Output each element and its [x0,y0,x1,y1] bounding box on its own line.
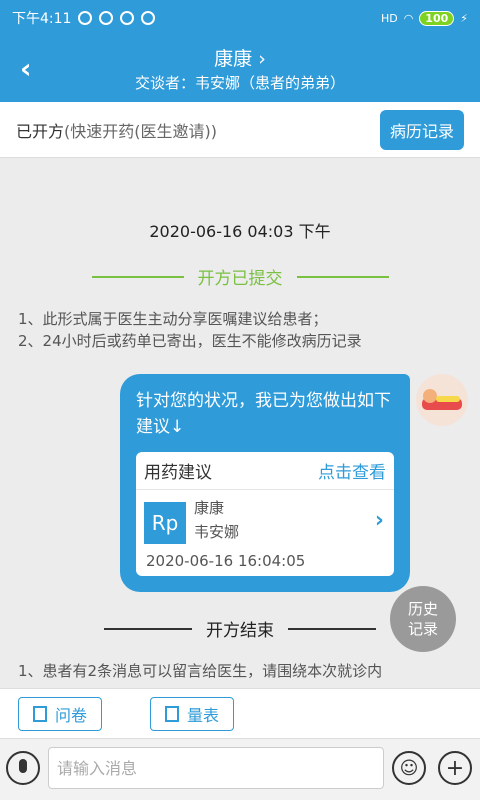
quick-tools-bar: 问卷 量表 [0,688,480,738]
header: ‹ 康康 › 交谈者：韦安娜（患者的弟弟） [0,36,480,102]
medication-advice-card[interactable]: 用药建议 点击查看 Rp 康康 韦安娜 › 2020-06-16 16:04:0… [136,452,394,576]
chevron-right-icon[interactable]: › [375,508,384,533]
message-text: 针对您的状况，我已为您做出如下建议↓ [136,391,391,437]
message-limit-tip: 1、患者有2条消息可以留言给医生，请围绕本次就诊内 [18,662,383,680]
questionnaire-label: 问卷 [55,706,88,725]
divider-line [288,627,376,630]
submitted-label: 开方已提交 [197,269,283,289]
form-icon [165,706,179,722]
divider-line [104,627,192,630]
conversation-partner: 交谈者：韦安娜（患者的弟弟） [134,74,345,92]
status-bar: 下午4:11 HD ◠ 100 ⚡ [0,0,480,36]
view-details-link[interactable]: 点击查看 [318,458,386,483]
scale-label: 量表 [187,706,220,725]
scale-button[interactable]: 量表 [150,697,235,731]
charging-icon: ⚡ [460,11,468,25]
prescription-end-divider: 开方结束 [0,616,480,641]
card-title: 用药建议 [144,463,212,483]
mute-icon [78,11,93,25]
doctor-message-bubble: 针对您的状况，我已为您做出如下建议↓ 用药建议 点击查看 Rp 康康 韦安娜 ›… [120,374,410,592]
divider-line [296,275,389,278]
questionnaire-button[interactable]: 问卷 [18,697,103,731]
wifi-icon: ◠ [403,11,414,25]
microphone-icon[interactable] [6,751,40,785]
prescription-info-bar: 已开方 (快速开药(医生邀请)) 病历记录 [0,102,480,158]
rp-icon: Rp [144,502,186,544]
chat-timestamp: 2020-06-16 04:03 下午 [149,222,331,241]
input-bar: ☺ + [0,738,480,800]
doctor-name: 韦安娜 [194,523,240,541]
battery-icon: 100 [419,10,455,26]
prescription-status: 已开方 [16,121,65,141]
patient-name: 康康 [194,499,225,517]
prescription-detail: (快速开药(医生邀请)) [64,121,217,141]
card-timestamp: 2020-06-16 16:04:05 [146,552,306,570]
status-time: 下午4:11 [12,11,72,27]
alarm-icon [99,11,114,25]
divider-line [91,275,184,278]
prescription-submitted-divider: 开方已提交 [0,264,480,289]
end-label: 开方结束 [206,621,274,641]
message-input[interactable] [48,747,384,789]
medical-records-button[interactable]: 病历记录 [379,109,464,150]
signal-icon: HD [380,11,398,25]
plus-icon[interactable]: + [438,751,472,785]
notice-line: 2、24小时后或药单已寄出，医生不能修改病历记录 [18,332,362,350]
emoji-icon[interactable]: ☺ [392,751,426,785]
notice-line: 1、此形式属于医生主动分享医嘱建议给患者； [18,310,328,328]
page-title[interactable]: 康康 › [0,44,480,71]
shield-icon [120,11,135,25]
list-icon [33,706,47,722]
chat-area[interactable]: 2020-06-16 04:03 下午 开方已提交 1、此形式属于医生主动分享医… [0,158,480,688]
notice-text: 1、此形式属于医生主动分享医嘱建议给患者； 2、24小时后或药单已寄出，医生不能… [18,308,470,352]
doctor-avatar[interactable] [416,374,468,426]
sync-icon [141,11,156,25]
